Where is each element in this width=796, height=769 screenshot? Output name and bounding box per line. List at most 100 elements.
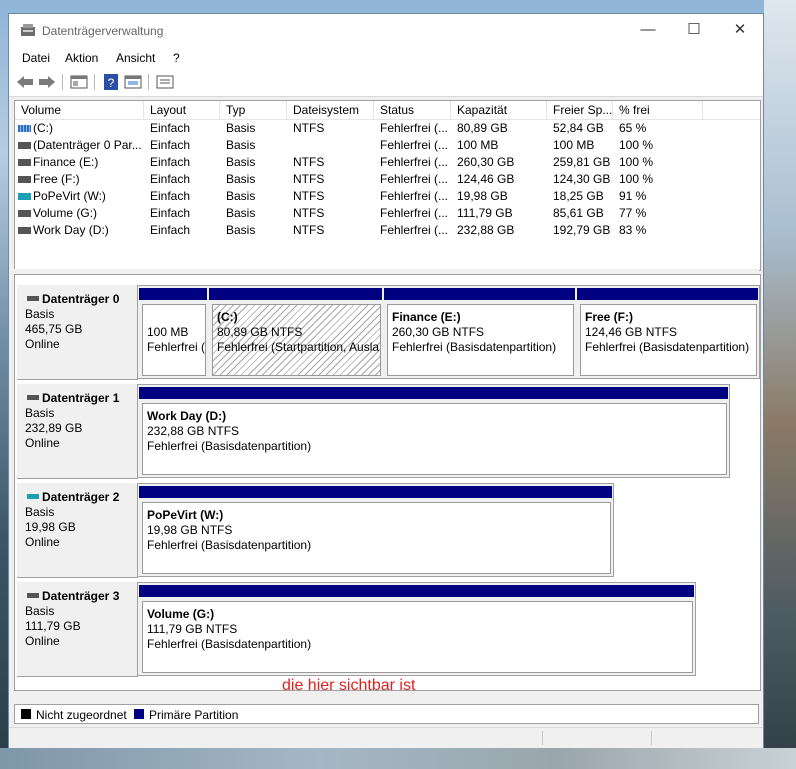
partition-type-bar <box>209 288 382 300</box>
forward-arrow-icon[interactable] <box>37 73 57 91</box>
partition-block[interactable]: Finance (E:) 260,30 GB NTFS Fehlerfrei (Ba… <box>384 288 577 378</box>
legend-bar: Nicht zugeordnet Primäre Partition <box>14 704 759 724</box>
desktop-background <box>764 0 796 769</box>
disk-size: 232,89 GB <box>25 421 83 435</box>
help-icon[interactable]: ? <box>101 73 121 91</box>
cell-prozent-frei: 77 % <box>619 206 647 220</box>
volume-list-row[interactable]: Free (F:) Einfach Basis NTFS Fehlerfrei (...… <box>15 171 760 188</box>
column-freier-speicher[interactable]: Freier Sp... <box>547 101 613 119</box>
cell-status: Fehlerfrei (... <box>380 206 449 220</box>
maximize-button[interactable]: ☐ <box>671 14 717 48</box>
disk-type: Basis <box>25 604 55 618</box>
disk-management-app-icon <box>21 24 35 36</box>
list-view-icon[interactable] <box>155 73 175 91</box>
back-arrow-icon[interactable] <box>15 73 35 91</box>
cell-typ: Basis <box>226 223 256 237</box>
partition-details: Work Day (D:) 232,88 GB NTFS Fehlerfrei (B… <box>142 403 727 475</box>
volume-drive-icon <box>18 227 31 234</box>
disk-name: Datenträger 3 <box>42 589 120 603</box>
partition-status: Fehlerfrei (Basisdatenpartition) <box>147 538 312 552</box>
volume-list-row[interactable]: (C:) Einfach Basis NTFS Fehlerfrei (... 80,89… <box>15 120 760 137</box>
cell-freier-speicher: 100 MB <box>553 138 595 152</box>
partition-status: Fehlerfrei (Basisdatenpartition) <box>392 340 557 354</box>
cell-volume: Work Day (D:) <box>33 223 109 237</box>
partition-size: 124,46 GB NTFS <box>585 325 678 339</box>
partition-title: Volume (G:) <box>147 607 215 621</box>
menu-ansicht[interactable]: Ansicht <box>116 51 155 65</box>
cell-typ: Basis <box>226 206 256 220</box>
disk-management-window: Datenträgerverwaltung — ☐ ✕ Datei Aktion… <box>8 13 764 748</box>
console-icon[interactable] <box>123 73 143 91</box>
cell-volume: Finance (E:) <box>33 155 99 169</box>
cell-status: Fehlerfrei (... <box>380 172 449 186</box>
menu-aktion[interactable]: Aktion <box>65 51 98 65</box>
disk-label[interactable]: Datenträger 1 Basis 232,89 GB Online <box>17 384 138 479</box>
partition-title: (C:) <box>217 310 238 324</box>
menu-help[interactable]: ? <box>173 51 180 65</box>
partition-size: 260,30 GB NTFS <box>392 325 485 339</box>
partition-details: Volume (G:) 111,79 GB NTFS Fehlerfrei (Bas… <box>142 601 693 673</box>
partition-block[interactable]: PoPeVirt (W:) 19,98 GB NTFS Fehlerfrei (Ba… <box>139 486 614 576</box>
disk-label[interactable]: Datenträger 2 Basis 19,98 GB Online <box>17 483 138 578</box>
partition-block[interactable]: Work Day (D:) 232,88 GB NTFS Fehlerfrei (B… <box>139 387 730 477</box>
disk-type: Basis <box>25 505 55 519</box>
status-bar-separator <box>651 731 652 745</box>
column-prozent-frei[interactable]: % frei <box>613 101 703 119</box>
cell-typ: Basis <box>226 189 256 203</box>
cell-typ: Basis <box>226 155 256 169</box>
disk-label[interactable]: Datenträger 0 Basis 465,75 GB Online <box>17 285 138 380</box>
volume-list-row[interactable]: Volume (G:) Einfach Basis NTFS Fehlerfrei (.… <box>15 205 760 222</box>
disk-size: 465,75 GB <box>25 322 83 336</box>
menu-datei[interactable]: Datei <box>22 51 50 65</box>
disk-partition-area: Volume (G:) 111,79 GB NTFS Fehlerfrei (Bas… <box>137 582 696 676</box>
column-volume[interactable]: Volume <box>15 101 144 119</box>
cell-layout: Einfach <box>150 121 191 135</box>
partition-block[interactable]: Free (F:) 124,46 GB NTFS Fehlerfrei (Basis… <box>577 288 760 378</box>
volume-list: Volume Layout Typ Dateisystem Status Kap… <box>14 100 761 271</box>
volume-list-row[interactable]: PoPeVirt (W:) Einfach Basis NTFS Fehlerfrei … <box>15 188 760 205</box>
partition-status: Fehlerfrei (Basisdatenpartition) <box>585 340 750 354</box>
disk-partition-area: PoPeVirt (W:) 19,98 GB NTFS Fehlerfrei (Ba… <box>137 483 614 577</box>
partition-block[interactable]: Volume (G:) 111,79 GB NTFS Fehlerfrei (Bas… <box>139 585 696 675</box>
column-typ[interactable]: Typ <box>220 101 287 119</box>
partition-block[interactable]: (C:) 80,89 GB NTFS Fehlerfrei (Startpartit… <box>209 288 384 378</box>
volume-list-row[interactable]: (Datenträger 0 Par... Einfach Basis Fehlerf… <box>15 137 760 154</box>
partition-block[interactable]: 100 MB Fehlerfrei ( <box>139 288 209 378</box>
disk-state: Online <box>25 436 60 450</box>
cell-kapazitaet: 111,79 GB <box>457 206 513 220</box>
title-bar[interactable]: Datenträgerverwaltung — ☐ ✕ <box>9 14 763 48</box>
cell-dateisystem: NTFS <box>293 121 325 135</box>
disk-drive-icon <box>27 494 39 499</box>
cell-volume: (Datenträger 0 Par... <box>33 138 142 152</box>
cell-layout: Einfach <box>150 206 191 220</box>
legend-label-primary: Primäre Partition <box>149 708 239 722</box>
volume-list-row[interactable]: Work Day (D:) Einfach Basis NTFS Fehlerfrei … <box>15 222 760 239</box>
column-kapazitaet[interactable]: Kapazität <box>451 101 547 119</box>
volume-drive-icon <box>18 193 31 200</box>
column-status[interactable]: Status <box>374 101 451 119</box>
partition-size: 232,88 GB NTFS <box>147 424 240 438</box>
cell-freier-speicher: 192,79 GB <box>553 223 611 237</box>
desktop-background-bottom <box>0 748 796 769</box>
cell-freier-speicher: 52,84 GB <box>553 121 604 135</box>
partition-status: Fehlerfrei (Basisdatenpartition) <box>147 439 312 453</box>
cell-freier-speicher: 124,30 GB <box>553 172 611 186</box>
cell-prozent-frei: 83 % <box>619 223 647 237</box>
partition-title: Free (F:) <box>585 310 633 324</box>
disk-state: Online <box>25 535 60 549</box>
disk-label[interactable]: Datenträger 3 Basis 111,79 GB Online <box>17 582 138 677</box>
partition-status: Fehlerfrei (Basisdatenpartition) <box>147 637 312 651</box>
column-layout[interactable]: Layout <box>144 101 220 119</box>
close-button[interactable]: ✕ <box>717 14 763 48</box>
cell-typ: Basis <box>226 121 256 135</box>
window-title: Datenträgerverwaltung <box>42 24 164 38</box>
volume-drive-icon <box>18 142 31 149</box>
cell-status: Fehlerfrei (... <box>380 189 449 203</box>
properties-icon[interactable] <box>69 73 89 91</box>
volume-list-row[interactable]: Finance (E:) Einfach Basis NTFS Fehlerfrei (… <box>15 154 760 171</box>
cell-kapazitaet: 124,46 GB <box>457 172 515 186</box>
cell-status: Fehlerfrei (... <box>380 121 449 135</box>
column-dateisystem[interactable]: Dateisystem <box>287 101 374 119</box>
minimize-button[interactable]: — <box>625 14 671 48</box>
partition-type-bar <box>577 288 758 300</box>
